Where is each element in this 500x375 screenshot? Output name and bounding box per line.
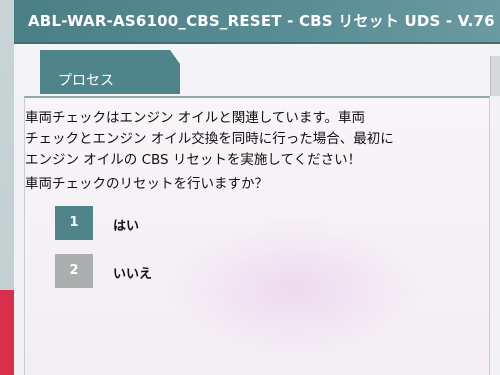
app-screen: ABL-WAR-AS6100_CBS_RESET - CBS リセット UDS …: [14, 0, 500, 375]
process-panel: 車両チェックはエンジン オイルと関連しています。車両 チェックとエンジン オイル…: [24, 96, 490, 375]
window-title: ABL-WAR-AS6100_CBS_RESET - CBS リセット UDS …: [28, 12, 495, 30]
tab-process[interactable]: プロセス: [40, 50, 180, 94]
instruction-line: エンジン オイルの CBS リセットを実施してください！: [25, 152, 362, 168]
tab-strip: プロセス: [14, 44, 500, 96]
option-yes-button[interactable]: 1 はい: [55, 206, 255, 240]
option-label: いいえ: [113, 267, 153, 282]
option-number: 2: [55, 254, 93, 288]
tab-process-label: プロセス: [58, 73, 114, 89]
instruction-line: 車両チェックはエンジン オイルと関連しています。車両: [25, 110, 366, 126]
tab-partial-right[interactable]: [490, 56, 500, 96]
option-label: はい: [113, 219, 140, 234]
question-text: 車両チェックのリセットを行いますか？: [25, 176, 268, 192]
instruction-text: 車両チェックはエンジン オイルと関連しています。車両 チェックとエンジン オイル…: [25, 108, 465, 171]
instruction-line: チェックとエンジン オイル交換を同時に行った場合、最初に: [25, 131, 394, 147]
title-bar: ABL-WAR-AS6100_CBS_RESET - CBS リセット UDS …: [14, 0, 500, 44]
option-no-button[interactable]: 2 いいえ: [55, 254, 255, 288]
option-number: 1: [55, 206, 93, 240]
